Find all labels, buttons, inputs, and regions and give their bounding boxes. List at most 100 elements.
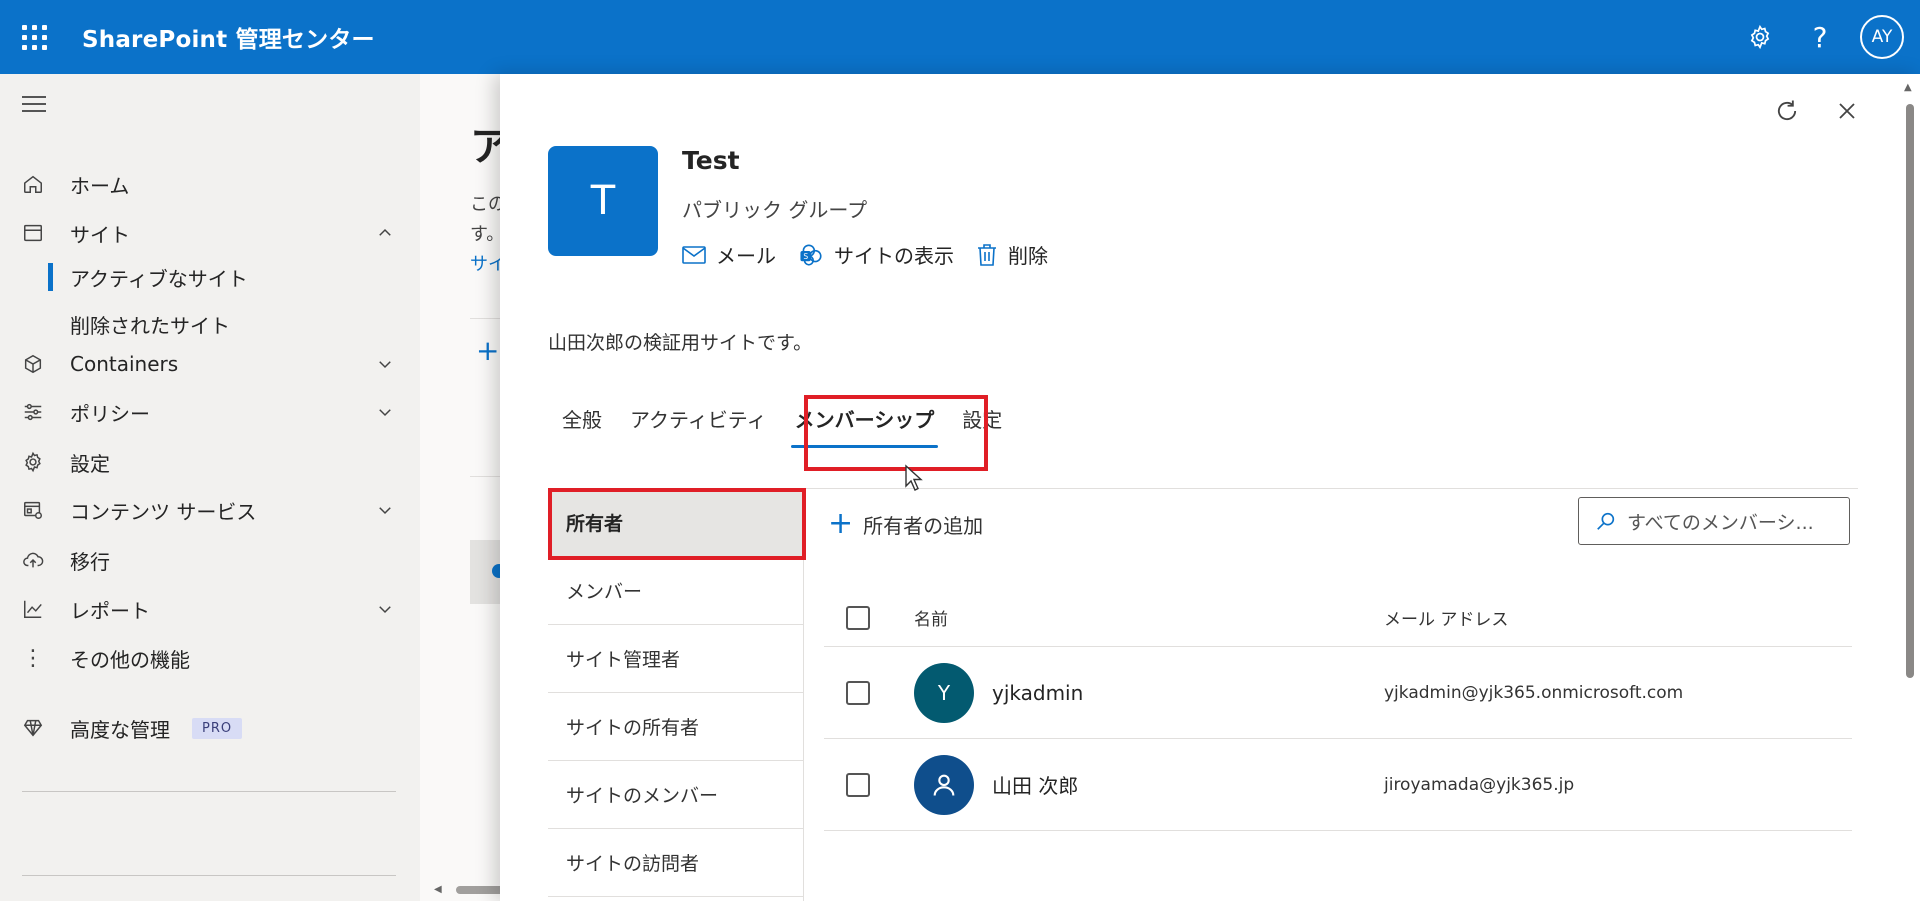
person-icon — [933, 774, 955, 796]
nav-item-containers[interactable]: Containers — [0, 342, 420, 386]
search-icon — [1595, 510, 1617, 532]
nav-item-more-features[interactable]: ⋮ その他の機能 — [0, 636, 420, 680]
add-owner-button[interactable]: + 所有者の追加 — [828, 509, 983, 539]
user-name: yjkadmin — [992, 680, 1084, 705]
diamond-icon — [20, 715, 46, 741]
plus-icon[interactable]: + — [476, 334, 499, 367]
site-details-panel: T Test パブリック グループ メール S サイトの表示 削除 山田次郎の検… — [500, 74, 1920, 901]
membership-subnav: 所有者 メンバー サイト管理者 サイトの所有者 サイトのメンバー サイトの訪問者 — [548, 489, 804, 901]
user-name: 山田 次郎 — [992, 774, 1079, 798]
action-label: 削除 — [1008, 244, 1048, 268]
table-header: 名前 メール アドレス — [824, 589, 1852, 647]
more-vertical-icon: ⋮ — [22, 645, 44, 671]
settings-button[interactable] — [1730, 0, 1790, 74]
membership-area: 所有者 メンバー サイト管理者 サイトの所有者 サイトのメンバー サイトの訪問者… — [548, 488, 1858, 901]
nav-label: ホーム — [70, 173, 130, 198]
column-header-name[interactable]: 名前 — [914, 605, 948, 630]
help-button[interactable]: ? — [1790, 0, 1850, 74]
app-launcher-button[interactable] — [0, 0, 68, 74]
subnav-site-owners[interactable]: サイトの所有者 — [548, 693, 804, 761]
panel-tabs: 全般 アクティビティ メンバーシップ 設定 — [548, 392, 1016, 448]
nav-sub-active-sites[interactable]: アクティブなサイト — [48, 259, 248, 295]
nav-item-advanced-management[interactable]: 高度な管理 PRO — [0, 706, 420, 750]
content-services-icon — [20, 497, 46, 523]
chevron-down-icon[interactable] — [376, 500, 394, 524]
pro-badge: PRO — [192, 717, 243, 739]
site-type: パブリック グループ — [682, 198, 868, 222]
action-label: メール — [716, 244, 776, 268]
cube-icon — [20, 351, 46, 377]
waffle-icon — [21, 24, 47, 50]
tab-membership[interactable]: メンバーシップ — [781, 392, 949, 448]
avatar — [914, 754, 974, 815]
owners-table: 名前 メール アドレス Y yjkadmin yjkadmin@yjk365.o… — [824, 589, 1852, 831]
subnav-members[interactable]: メンバー — [548, 557, 804, 625]
table-row[interactable]: 山田 次郎 jiroyamada@yjk365.jp — [824, 739, 1852, 831]
nav-divider — [22, 791, 396, 792]
avatar: Y — [914, 662, 974, 723]
site-actions: メール S サイトの表示 削除 — [682, 240, 1048, 269]
gear-icon — [20, 449, 46, 475]
nav-label: 移行 — [70, 549, 110, 574]
nav-item-migration[interactable]: 移行 — [0, 538, 420, 582]
nav-label: 設定 — [70, 451, 110, 476]
nav-sub-deleted-sites[interactable]: 削除されたサイト — [70, 306, 230, 342]
refresh-button[interactable] — [1770, 94, 1804, 128]
sliders-icon — [20, 399, 46, 425]
scrollbar-thumb[interactable] — [1906, 104, 1914, 678]
chevron-down-icon[interactable] — [376, 354, 394, 378]
chevron-up-icon[interactable] — [376, 223, 394, 247]
scroll-up-icon[interactable]: ▲ — [1904, 82, 1912, 93]
nav-item-policies[interactable]: ポリシー — [0, 390, 420, 434]
tab-settings[interactable]: 設定 — [948, 392, 1016, 444]
question-icon: ? — [1812, 20, 1828, 54]
close-icon — [1839, 103, 1855, 119]
site-title: Test — [682, 146, 740, 175]
row-checkbox[interactable] — [846, 772, 870, 797]
subnav-site-admins[interactable]: サイト管理者 — [548, 625, 804, 693]
nav-item-reports[interactable]: レポート — [0, 587, 420, 631]
subnav-site-members[interactable]: サイトのメンバー — [548, 761, 804, 829]
scroll-left-icon[interactable]: ◀ — [434, 884, 442, 895]
nav-item-settings[interactable]: 設定 — [0, 440, 420, 484]
delete-button[interactable]: 削除 — [976, 240, 1048, 269]
app-title[interactable]: SharePoint 管理センター — [82, 20, 375, 54]
plus-icon: + — [828, 506, 854, 541]
chevron-down-icon[interactable] — [376, 599, 394, 623]
view-site-button[interactable]: S サイトの表示 — [798, 240, 954, 269]
subnav-site-visitors[interactable]: サイトの訪問者 — [548, 829, 804, 897]
vertical-scrollbar[interactable]: ▲ — [1900, 74, 1920, 901]
select-all-checkbox[interactable] — [846, 605, 870, 630]
nav-label: 高度な管理 — [70, 717, 170, 742]
user-email: yjkadmin@yjk365.onmicrosoft.com — [1384, 682, 1684, 703]
trash-icon — [976, 243, 998, 267]
tab-general[interactable]: 全般 — [548, 392, 616, 444]
hamburger-icon[interactable] — [22, 96, 46, 117]
nav-item-sites[interactable]: サイト — [0, 211, 420, 255]
search-placeholder: すべてのメンバーシ... — [1627, 511, 1814, 534]
tab-activity[interactable]: アクティビティ — [616, 392, 781, 444]
membership-search-input[interactable]: すべてのメンバーシ... — [1578, 497, 1850, 545]
row-checkbox[interactable] — [846, 680, 870, 705]
close-button[interactable] — [1830, 94, 1864, 128]
svg-text:S: S — [803, 251, 808, 260]
nav-item-home[interactable]: ホーム — [0, 162, 420, 206]
home-icon — [20, 171, 46, 197]
sharepoint-icon: S — [798, 242, 824, 268]
column-header-email[interactable]: メール アドレス — [1384, 605, 1508, 630]
nav-item-content-services[interactable]: コンテンツ サービス — [0, 488, 420, 532]
top-bar: SharePoint 管理センター ? AY — [0, 0, 1920, 74]
table-row[interactable]: Y yjkadmin yjkadmin@yjk365.onmicrosoft.c… — [824, 647, 1852, 739]
site-logo: T — [548, 146, 658, 256]
mail-button[interactable]: メール — [682, 240, 776, 269]
subnav-owners[interactable]: 所有者 — [548, 489, 804, 557]
gear-icon — [1750, 24, 1770, 50]
user-avatar[interactable]: AY — [1860, 15, 1904, 59]
action-label: サイトの表示 — [834, 244, 954, 268]
chevron-down-icon[interactable] — [376, 402, 394, 426]
user-email: jiroyamada@yjk365.jp — [1384, 774, 1575, 795]
cloud-upload-icon — [20, 547, 46, 573]
nav-label: Containers — [70, 352, 179, 376]
mail-icon — [682, 245, 706, 265]
mouse-cursor-icon — [904, 464, 924, 496]
